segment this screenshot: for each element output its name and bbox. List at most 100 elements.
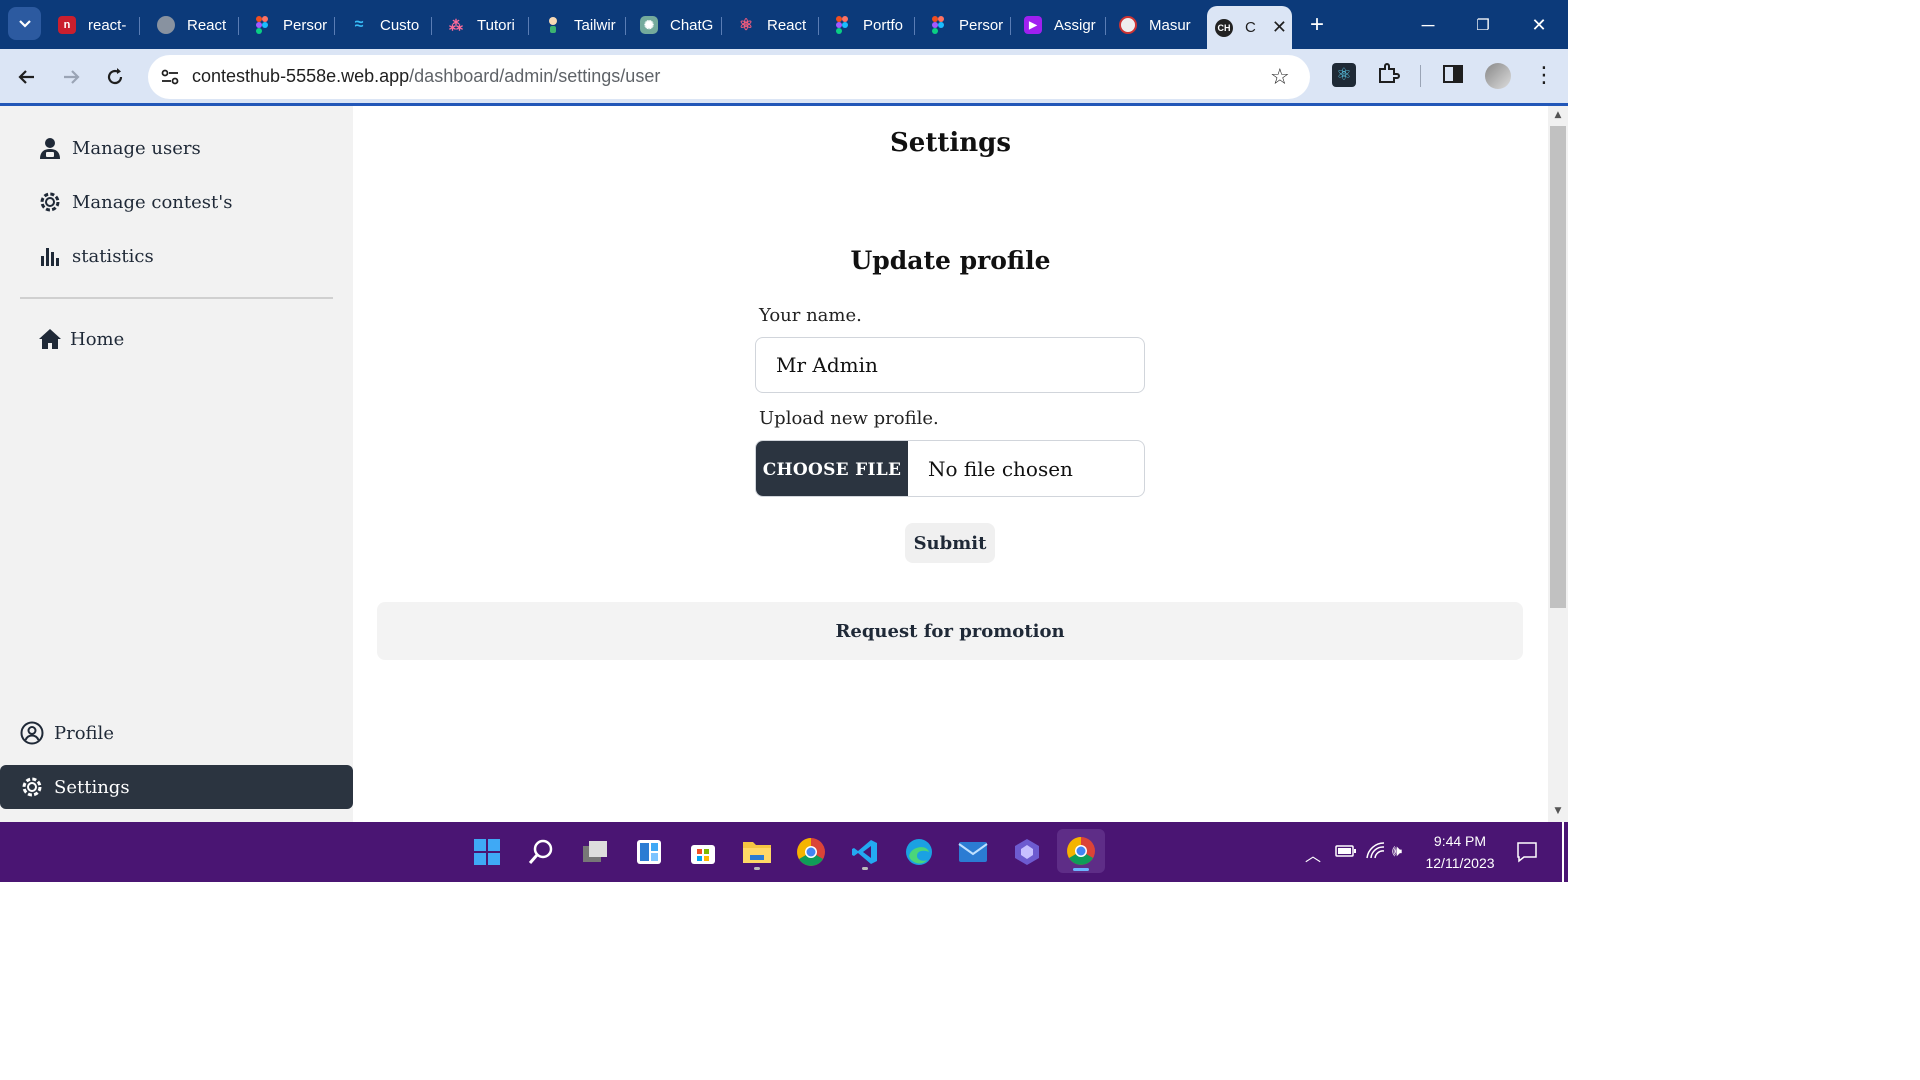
edge-icon[interactable]	[899, 832, 939, 872]
tab-title: Portfo	[863, 16, 904, 34]
notification-icon[interactable]	[1516, 841, 1538, 867]
tailwind-elements-icon	[544, 16, 562, 34]
browser-tab[interactable]: ▶ Assigr	[1024, 8, 1106, 42]
app-icon[interactable]	[1007, 832, 1047, 872]
tab-title: Assigr	[1054, 16, 1096, 34]
forward-button[interactable]	[56, 62, 86, 92]
sidebar-item-label: Manage users	[72, 137, 201, 159]
sidebar-item-label: statistics	[72, 245, 154, 267]
system-clock[interactable]: 9:44 PM 12/11/2023	[1410, 830, 1510, 874]
bookmark-star-icon[interactable]: ☆	[1270, 65, 1290, 90]
browser-tab[interactable]: Tailwir	[544, 8, 626, 42]
sidebar-item-manage-contests[interactable]: Manage contest's	[38, 190, 232, 214]
sidebar-item-settings[interactable]: Settings	[0, 765, 353, 809]
toolbar-divider	[1420, 65, 1421, 87]
tab-title: C	[1245, 19, 1256, 36]
tab-title: Persor	[959, 16, 1004, 34]
sidebar-item-label: Settings	[54, 776, 130, 798]
user-shield-icon	[38, 136, 62, 160]
profile-avatar[interactable]	[1485, 63, 1511, 89]
sidebar-item-manage-users[interactable]: Manage users	[38, 136, 201, 160]
browser-tab[interactable]: Persor	[253, 8, 335, 42]
windows-taskbar: ︿ 🕪 9:44 PM 12/11/2023	[0, 822, 1568, 882]
windows-start-icon[interactable]	[467, 832, 507, 872]
choose-file-button[interactable]: CHOOSE FILE	[756, 441, 908, 496]
file-upload-input[interactable]: CHOOSE FILE No file chosen	[755, 440, 1145, 497]
tailwind-icon: ≈	[354, 16, 364, 33]
mail-icon[interactable]	[953, 832, 993, 872]
browser-tab[interactable]: Portfo	[833, 8, 915, 42]
tab-title: Masur	[1149, 16, 1191, 34]
restore-button[interactable]: ❐	[1465, 10, 1501, 40]
sidebar-item-label: Profile	[54, 722, 114, 744]
window-close-button[interactable]: ✕	[1521, 10, 1557, 40]
form-title: Update profile	[850, 246, 1051, 275]
home-icon	[38, 327, 62, 351]
browser-tab-active[interactable]: CH C ✕	[1207, 6, 1292, 49]
gear-icon	[20, 775, 44, 799]
close-icon[interactable]: ✕	[1272, 17, 1287, 38]
figma-icon	[253, 16, 271, 34]
side-panel-icon[interactable]	[1442, 63, 1464, 89]
url-host: contesthub-5558e.web.app	[192, 66, 410, 86]
browser-tab-strip: n react- React Persor ≈ Custo ⁂ Tutori T…	[0, 0, 1568, 49]
task-view-icon[interactable]	[575, 832, 615, 872]
browser-toolbar: contesthub-5558e.web.app/dashboard/admin…	[0, 49, 1568, 105]
sidebar-item-profile[interactable]: Profile	[20, 721, 114, 745]
request-promotion-button[interactable]: Request for promotion	[377, 602, 1523, 660]
tutorial-icon: ⁂	[449, 16, 463, 33]
video-icon: ▶	[1024, 16, 1042, 34]
browser-tab[interactable]: ✺ ChatG	[640, 8, 722, 42]
file-status-text: No file chosen	[928, 457, 1073, 481]
tab-title: Tailwir	[574, 16, 616, 34]
page-scrollbar[interactable]: ▲ ▼	[1548, 106, 1568, 822]
more-menu-icon[interactable]: ⋮	[1533, 63, 1555, 88]
browser-tab[interactable]: Persor	[929, 8, 1011, 42]
address-bar[interactable]: contesthub-5558e.web.app/dashboard/admin…	[148, 55, 1310, 99]
browser-tab[interactable]: React	[157, 8, 239, 42]
search-icon[interactable]	[521, 832, 561, 872]
tab-title: React	[767, 16, 807, 34]
sidebar-item-home[interactable]: Home	[38, 327, 124, 351]
arrow-right-icon	[64, 70, 80, 84]
wifi-icon[interactable]	[1366, 842, 1386, 865]
sidebar-item-statistics[interactable]: statistics	[38, 244, 154, 268]
extensions-icon[interactable]	[1376, 61, 1400, 89]
clock-time: 9:44 PM	[1433, 833, 1487, 849]
show-desktop-button[interactable]	[1562, 822, 1564, 882]
scroll-up-icon[interactable]: ▲	[1548, 110, 1568, 124]
sidebar-item-label: Home	[70, 328, 125, 350]
scroll-thumb[interactable]	[1550, 126, 1566, 608]
back-button[interactable]	[12, 62, 42, 92]
file-explorer-icon[interactable]	[737, 832, 777, 872]
battery-icon[interactable]	[1335, 844, 1357, 863]
browser-tab[interactable]: n react-	[58, 8, 140, 42]
browser-tab[interactable]: ⚛ React	[737, 8, 819, 42]
tab-title: ChatG	[670, 16, 714, 34]
reload-icon	[107, 68, 123, 85]
chrome-active-icon[interactable]	[1057, 829, 1105, 873]
widgets-icon[interactable]	[629, 832, 669, 872]
chrome-icon[interactable]	[791, 832, 831, 872]
vscode-icon[interactable]	[845, 832, 885, 872]
react-devtools-icon[interactable]: ⚛	[1332, 63, 1356, 87]
chevron-up-icon[interactable]: ︿	[1305, 842, 1321, 866]
react-router-icon: n	[58, 16, 76, 34]
react-icon: ⚛	[738, 17, 754, 34]
reload-button[interactable]	[100, 62, 130, 92]
scroll-down-icon[interactable]: ▼	[1548, 806, 1568, 820]
volume-icon[interactable]: 🕪	[1392, 841, 1402, 861]
url-path: /dashboard/admin/settings/user	[409, 66, 661, 86]
store-icon[interactable]	[683, 832, 723, 872]
tab-search-button[interactable]	[8, 7, 41, 40]
new-tab-button[interactable]: +	[1304, 11, 1330, 38]
sidebar-divider	[20, 297, 333, 299]
site-info-icon[interactable]	[160, 67, 180, 91]
submit-button[interactable]: Submit	[905, 523, 995, 563]
browser-tab[interactable]: Masur	[1119, 8, 1201, 42]
browser-tab[interactable]: ≈ Custo	[350, 8, 432, 42]
browser-tab[interactable]: ⁂ Tutori	[447, 8, 529, 42]
name-input[interactable]	[755, 337, 1145, 393]
minimize-button[interactable]: ─	[1410, 10, 1446, 40]
page-title: Settings	[890, 128, 1011, 158]
